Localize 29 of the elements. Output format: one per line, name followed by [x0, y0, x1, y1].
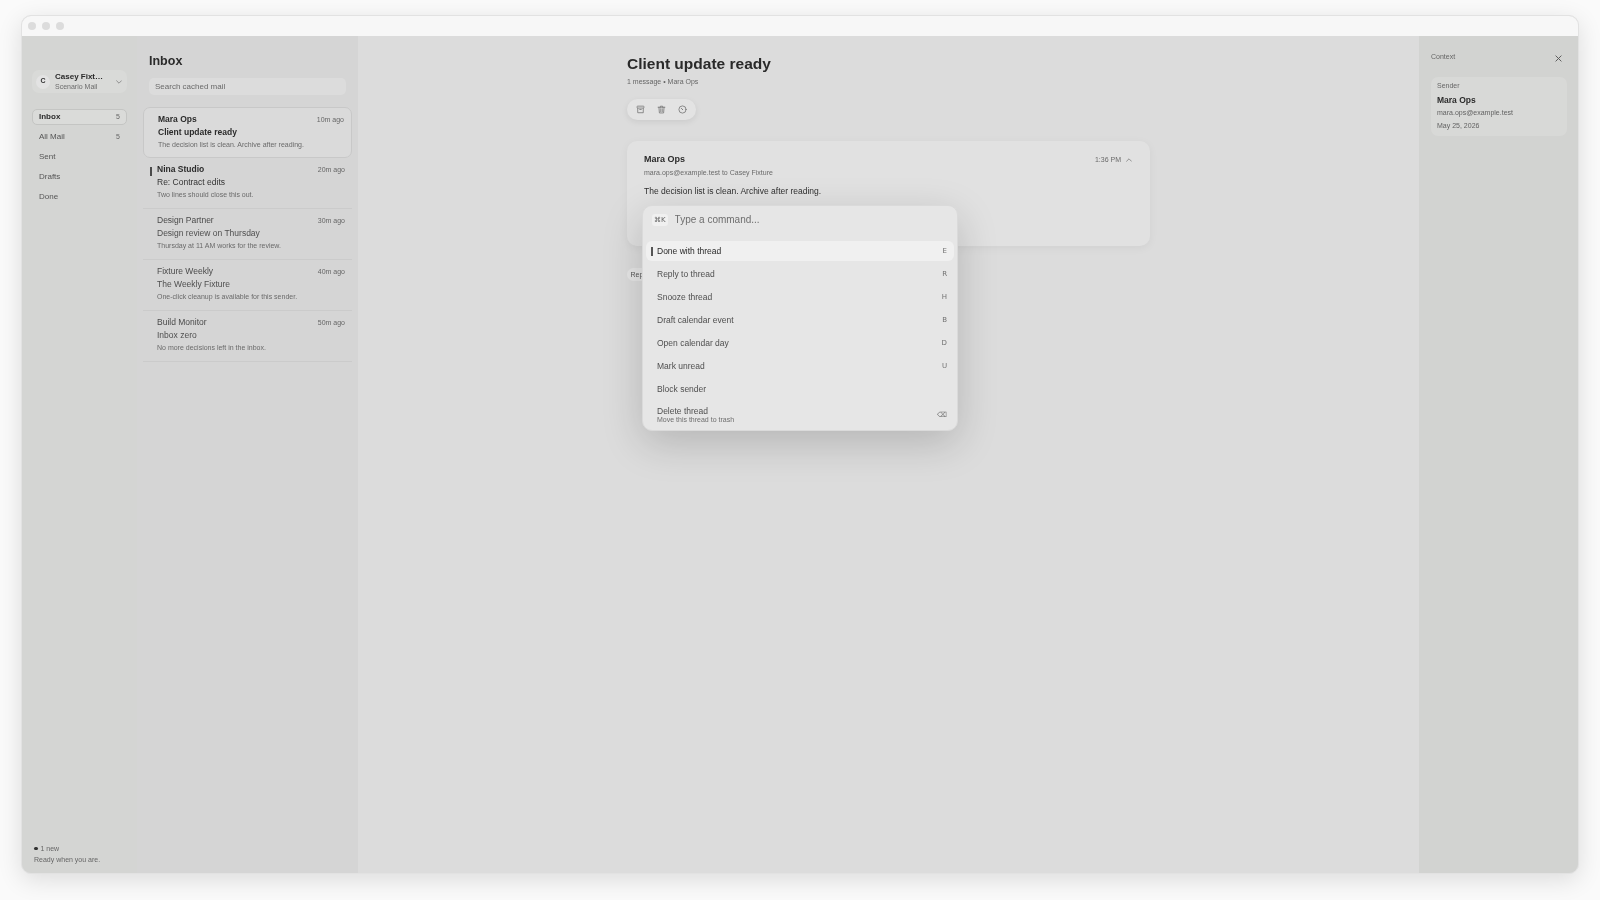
panel-title: Inbox — [149, 53, 184, 70]
sender-name: Fixture Weekly — [157, 266, 214, 277]
sender-name: Build Monitor — [157, 317, 207, 328]
message-body: The decision list is clean. Archive after reading. — [644, 185, 823, 197]
nav-item[interactable]: Done — [32, 189, 127, 205]
search-field[interactable]: Search cached mail — [149, 78, 346, 95]
message-subject: Design review on Thursday — [157, 228, 261, 239]
thread-title: Client update ready — [627, 55, 772, 73]
clock-icon — [678, 105, 687, 114]
sender-name: Mara Ops — [644, 154, 686, 165]
message-subject: Client update ready — [158, 127, 238, 138]
sender-name: Design Partner — [157, 215, 214, 226]
command-item[interactable]: Block sender — [646, 379, 954, 399]
message-subject: Re: Contract edits — [157, 177, 227, 188]
message-subject: The Weekly Fixture — [157, 279, 232, 290]
command-input[interactable]: Type a command... — [674, 212, 948, 227]
chevron-up-icon[interactable] — [1126, 157, 1132, 162]
sender-name: Mara Ops — [1437, 95, 1477, 106]
trash-icon — [657, 105, 666, 114]
message-subject: Inbox zero — [157, 330, 198, 341]
nav-item[interactable]: Drafts — [32, 169, 127, 185]
sender-name: Nina Studio — [157, 164, 205, 175]
nav-item[interactable]: Sent — [32, 149, 127, 165]
close-icon — [1555, 55, 1562, 62]
chevron-down-icon — [116, 79, 122, 84]
close-button[interactable] — [1555, 55, 1562, 62]
archive-icon — [636, 105, 645, 114]
sender-name: Mara Ops — [158, 114, 197, 125]
account-name: Casey Fixt… — [55, 72, 105, 82]
